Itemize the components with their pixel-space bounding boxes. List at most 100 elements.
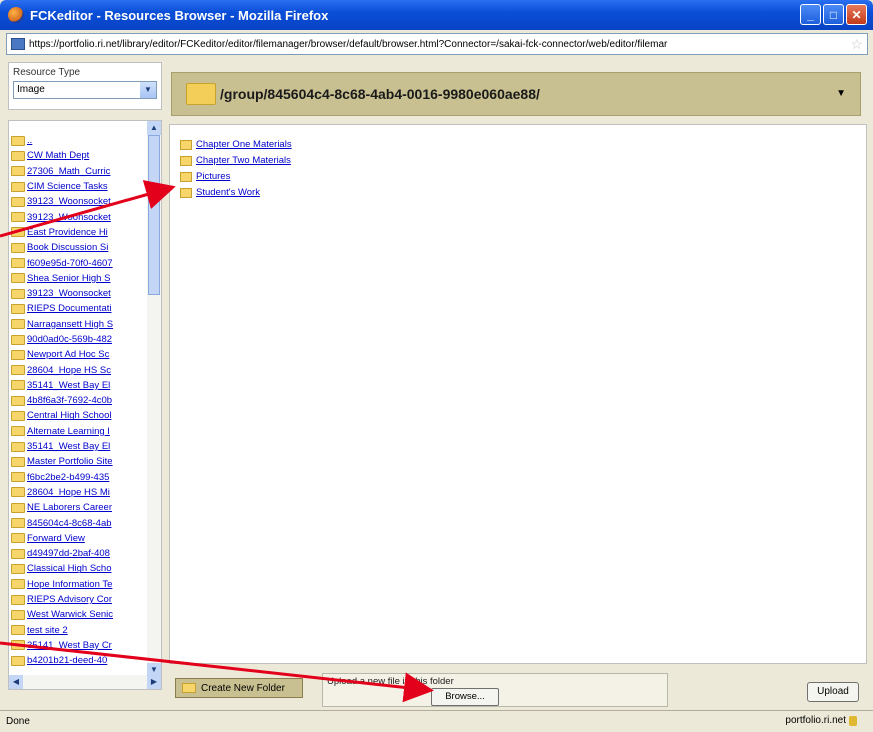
tree-item[interactable]: 845604c4-8c68-4ab bbox=[11, 515, 149, 530]
tree-item[interactable]: 39123_Woonsocket bbox=[11, 209, 149, 224]
folder-link[interactable]: Chapter One Materials bbox=[196, 139, 292, 150]
tree-item-label[interactable]: test site 2 bbox=[27, 625, 68, 636]
tree-item[interactable]: 35141_West Bay Cr bbox=[11, 638, 149, 653]
tree-item[interactable]: b4201b21-deed-40 bbox=[11, 653, 149, 668]
tree-item[interactable]: RIEPS Documentati bbox=[11, 301, 149, 316]
scroll-thumb[interactable] bbox=[148, 135, 160, 295]
tree-item-label[interactable]: 28604_Hope HS Sc bbox=[27, 365, 111, 376]
resource-type-select[interactable]: Image ▼ bbox=[13, 81, 157, 99]
create-new-folder-button[interactable]: Create New Folder bbox=[175, 678, 303, 698]
tree-item-label[interactable]: f6bc2be2-b499-435 bbox=[27, 472, 109, 483]
upload-button[interactable]: Upload bbox=[807, 682, 859, 702]
tree-item[interactable]: Shea Senior High S bbox=[11, 271, 149, 286]
tree-item-label[interactable]: d49497dd-2baf-408 bbox=[27, 548, 110, 559]
tree-item-label[interactable]: 4b8f6a3f-7692-4c0b bbox=[27, 395, 112, 406]
tree-item[interactable]: test site 2 bbox=[11, 623, 149, 638]
tree-item-label[interactable]: NE Laborers Career bbox=[27, 502, 112, 513]
tree-item-label[interactable]: RIEPS Documentati bbox=[27, 303, 111, 314]
file-list-item[interactable]: Student's Work bbox=[180, 187, 260, 198]
tree-item-label[interactable]: CW Math Dept bbox=[27, 150, 89, 161]
scroll-up-icon[interactable]: ▲ bbox=[147, 121, 161, 135]
folder-link[interactable]: Chapter Two Materials bbox=[196, 155, 291, 166]
tree-item[interactable]: 28604_Hope HS Sc bbox=[11, 362, 149, 377]
folder-link[interactable]: Student's Work bbox=[196, 187, 260, 198]
tree-item-label[interactable]: b4201b21-deed-40 bbox=[27, 655, 107, 666]
tree-item[interactable]: RIEPS Advisory Cor bbox=[11, 592, 149, 607]
minimize-button[interactable]: _ bbox=[800, 4, 821, 25]
tree-item[interactable]: CW Math Dept bbox=[11, 148, 149, 163]
tree-item[interactable]: West Warwick Senic bbox=[11, 607, 149, 622]
tree-item-label[interactable]: Forward View bbox=[27, 533, 85, 544]
tree-item[interactable]: Newport Ad Hoc Sc bbox=[11, 347, 149, 362]
tree-item-label[interactable]: Hope Information Te bbox=[27, 579, 112, 590]
tree-item[interactable]: Narragansett High S bbox=[11, 317, 149, 332]
bookmark-star-icon[interactable]: ☆ bbox=[850, 36, 863, 53]
tree-item-label[interactable]: 35141_West Bay Cr bbox=[27, 640, 112, 651]
tree-item-label[interactable]: Alternate Learning I bbox=[27, 426, 110, 437]
tree-item-label[interactable]: f609e95d-70f0-4607 bbox=[27, 258, 113, 269]
scroll-right-icon[interactable]: ▶ bbox=[147, 675, 161, 689]
file-list-item[interactable]: Pictures bbox=[180, 171, 230, 182]
path-dropdown-icon[interactable]: ▼ bbox=[836, 88, 846, 99]
tree-item[interactable]: 27306_Math_Curric bbox=[11, 164, 149, 179]
folder-icon bbox=[11, 349, 25, 360]
tree-item[interactable]: Hope Information Te bbox=[11, 577, 149, 592]
tree-item-label[interactable]: 39123_Woonsocket bbox=[27, 196, 111, 207]
tree-item[interactable]: 28604_Hope HS Mi bbox=[11, 485, 149, 500]
folder-link[interactable]: Pictures bbox=[196, 171, 230, 182]
tree-item[interactable]: Forward View bbox=[11, 531, 149, 546]
tree-item[interactable]: f609e95d-70f0-4607 bbox=[11, 255, 149, 270]
tree-item-label[interactable]: 39123_Woonsocket bbox=[27, 212, 111, 223]
folder-icon bbox=[11, 487, 25, 498]
tree-item-label[interactable]: East Providence Hi bbox=[27, 227, 108, 238]
tree-item-label[interactable]: RIEPS Advisory Cor bbox=[27, 594, 112, 605]
file-list-item[interactable]: Chapter Two Materials bbox=[180, 155, 291, 166]
tree-horizontal-scrollbar[interactable]: ◀ ▶ bbox=[9, 675, 161, 689]
browse-button[interactable]: Browse... bbox=[431, 688, 499, 706]
tree-item-label[interactable]: Newport Ad Hoc Sc bbox=[27, 349, 109, 360]
chevron-down-icon[interactable]: ▼ bbox=[140, 82, 156, 98]
tree-item-label[interactable]: Master Portfolio Site bbox=[27, 456, 113, 467]
tree-item-label[interactable]: .. bbox=[27, 135, 32, 146]
folder-tree: .. CW Math Dept 27306_Math_Curric CIM Scien… bbox=[8, 120, 162, 690]
tree-item[interactable]: 39123_Woonsocket bbox=[11, 286, 149, 301]
tree-item-label[interactable]: 35141_West Bay El bbox=[27, 441, 110, 452]
tree-item[interactable]: Master Portfolio Site bbox=[11, 454, 149, 469]
tree-item[interactable]: Central High School bbox=[11, 408, 149, 423]
close-button[interactable]: ✕ bbox=[846, 4, 867, 25]
tree-item-label[interactable]: Classical High Scho bbox=[27, 563, 111, 574]
tree-item-label[interactable]: 39123_Woonsocket bbox=[27, 288, 111, 299]
tree-item[interactable]: Classical High Scho bbox=[11, 561, 149, 576]
tree-item-label[interactable]: 35141_West Bay El bbox=[27, 380, 110, 391]
tree-item[interactable]: 4b8f6a3f-7692-4c0b bbox=[11, 393, 149, 408]
tree-item[interactable]: .. bbox=[11, 133, 149, 148]
tree-item[interactable]: East Providence Hi bbox=[11, 225, 149, 240]
tree-item-label[interactable]: 90d0ad0c-569b-482 bbox=[27, 334, 112, 345]
tree-item[interactable]: f6bc2be2-b499-435 bbox=[11, 470, 149, 485]
file-list-item[interactable]: Chapter One Materials bbox=[180, 139, 292, 150]
maximize-button[interactable]: □ bbox=[823, 4, 844, 25]
tree-vertical-scrollbar[interactable]: ▲ ▼ bbox=[147, 121, 161, 677]
tree-item[interactable]: 39123_Woonsocket bbox=[11, 194, 149, 209]
tree-item[interactable]: Book Discussion Si bbox=[11, 240, 149, 255]
address-bar[interactable]: https://portfolio.ri.net/library/editor/… bbox=[6, 33, 868, 55]
tree-item-label[interactable]: Narragansett High S bbox=[27, 319, 113, 330]
tree-item-label[interactable]: 845604c4-8c68-4ab bbox=[27, 518, 112, 529]
tree-item-label[interactable]: Book Discussion Si bbox=[27, 242, 108, 253]
tree-item[interactable]: Alternate Learning I bbox=[11, 424, 149, 439]
tree-item-label[interactable]: Central High School bbox=[27, 410, 112, 421]
upload-label: Upload a new file in this folder bbox=[327, 676, 454, 687]
tree-item[interactable]: NE Laborers Career bbox=[11, 500, 149, 515]
tree-item[interactable]: d49497dd-2baf-408 bbox=[11, 546, 149, 561]
tree-item[interactable]: CIM Science Tasks bbox=[11, 179, 149, 194]
tree-item-label[interactable]: Shea Senior High S bbox=[27, 273, 110, 284]
tree-item[interactable]: 35141_West Bay El bbox=[11, 439, 149, 454]
scroll-left-icon[interactable]: ◀ bbox=[9, 675, 23, 689]
tree-item-label[interactable]: West Warwick Senic bbox=[27, 609, 113, 620]
tree-item[interactable]: 35141_West Bay El bbox=[11, 378, 149, 393]
tree-item[interactable]: 90d0ad0c-569b-482 bbox=[11, 332, 149, 347]
tree-item-label[interactable]: 27306_Math_Curric bbox=[27, 166, 110, 177]
tree-item-label[interactable]: 28604_Hope HS Mi bbox=[27, 487, 110, 498]
folder-icon bbox=[11, 303, 25, 314]
tree-item-label[interactable]: CIM Science Tasks bbox=[27, 181, 108, 192]
